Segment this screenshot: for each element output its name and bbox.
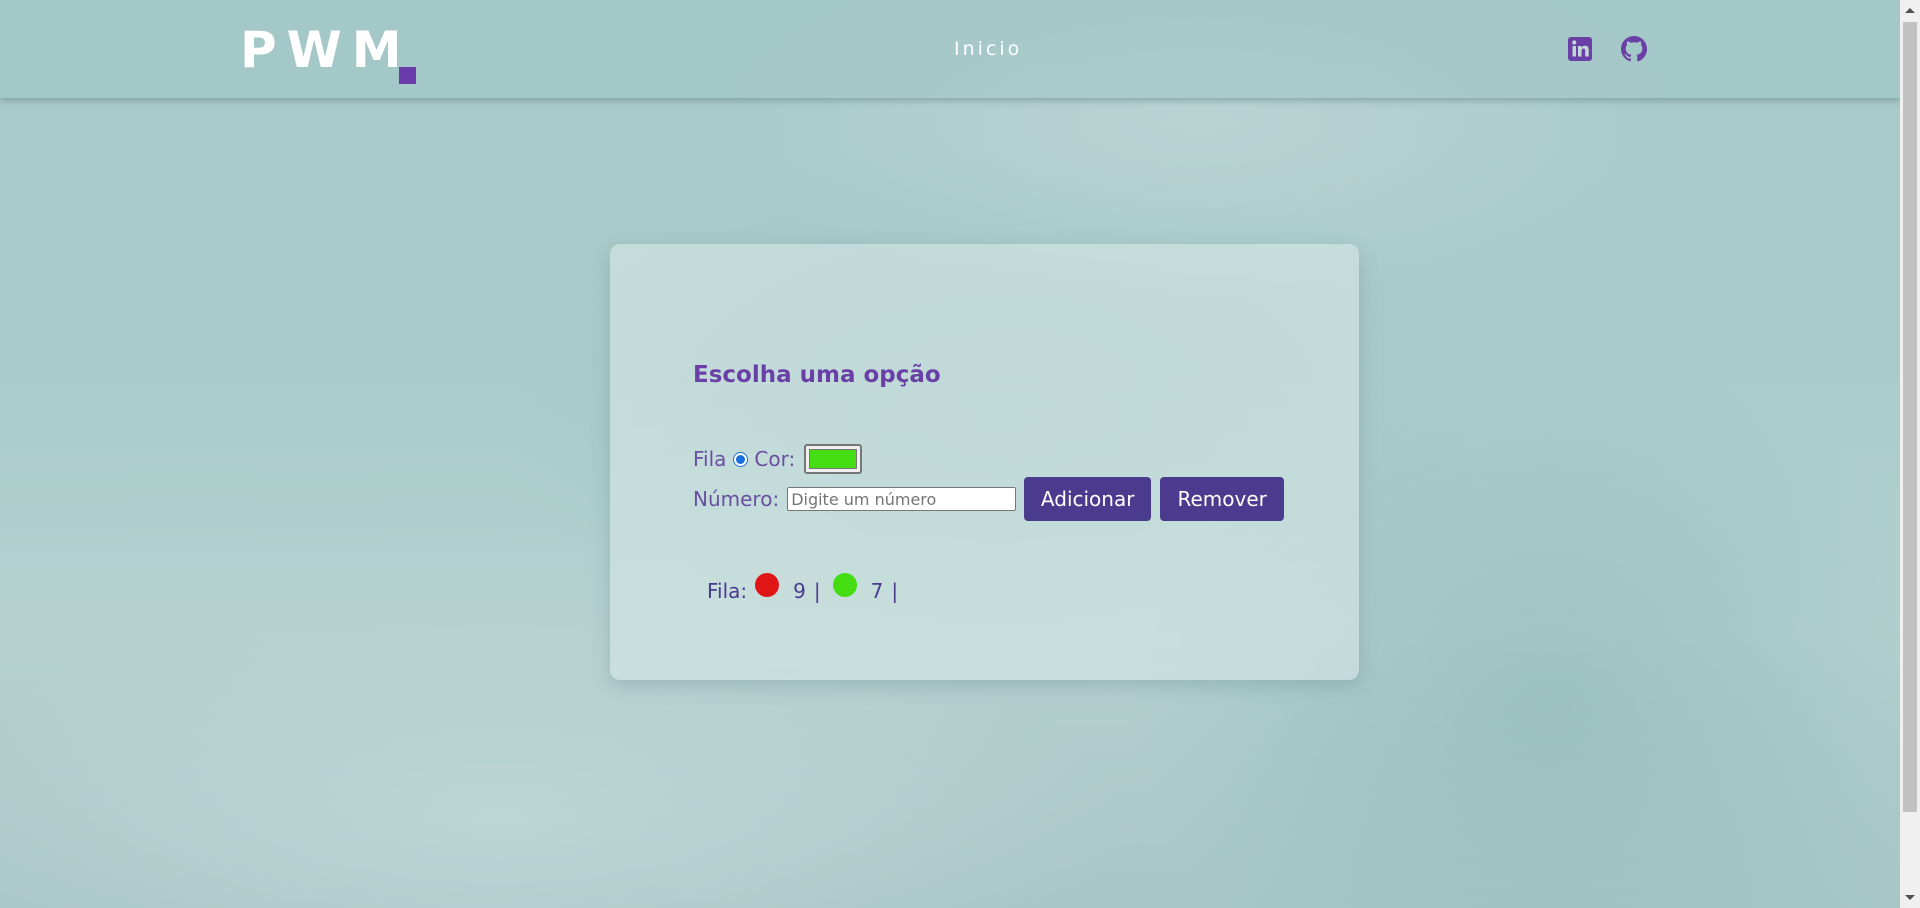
card-title: Escolha uma opção xyxy=(693,362,941,388)
remover-button[interactable]: Remover xyxy=(1160,477,1285,521)
queue-display: Fila: 9 | 7 | xyxy=(707,573,910,606)
top-header: PWM Inicio xyxy=(0,0,1900,98)
queue-separator: | xyxy=(813,579,821,603)
fila-radio[interactable] xyxy=(733,451,749,467)
scroll-down-arrow-icon[interactable] xyxy=(1905,895,1915,900)
vertical-scrollbar[interactable] xyxy=(1900,0,1920,908)
queue-item-value: 7 xyxy=(870,579,884,603)
numero-label: Número: xyxy=(693,487,780,511)
color-picker[interactable] xyxy=(804,444,863,474)
fila-label: Fila xyxy=(693,447,727,471)
numero-input[interactable] xyxy=(787,487,1017,511)
color-picker-swatch xyxy=(809,449,858,469)
option-row: Fila Cor: xyxy=(693,441,863,477)
scroll-up-arrow-icon[interactable] xyxy=(1905,8,1915,13)
logo[interactable]: PWM xyxy=(240,22,412,78)
logo-dot xyxy=(399,67,416,84)
number-row: Número: Adicionar Remover xyxy=(693,476,1285,522)
adicionar-button[interactable]: Adicionar xyxy=(1024,477,1152,521)
scroll-thumb[interactable] xyxy=(1903,22,1917,812)
queue-label: Fila: xyxy=(707,579,748,603)
github-icon[interactable] xyxy=(1621,36,1647,62)
linkedin-icon[interactable] xyxy=(1567,36,1593,62)
queue-item-dot xyxy=(755,573,780,597)
queue-separator: | xyxy=(891,579,899,603)
cor-label: Cor: xyxy=(754,447,796,471)
queue-item-dot xyxy=(832,573,857,597)
queue-card: Escolha uma opção Fila Cor: Número: Adic… xyxy=(610,244,1359,680)
queue-item-value: 9 xyxy=(793,579,806,603)
nav-inicio-link[interactable]: Inicio xyxy=(954,38,1022,60)
